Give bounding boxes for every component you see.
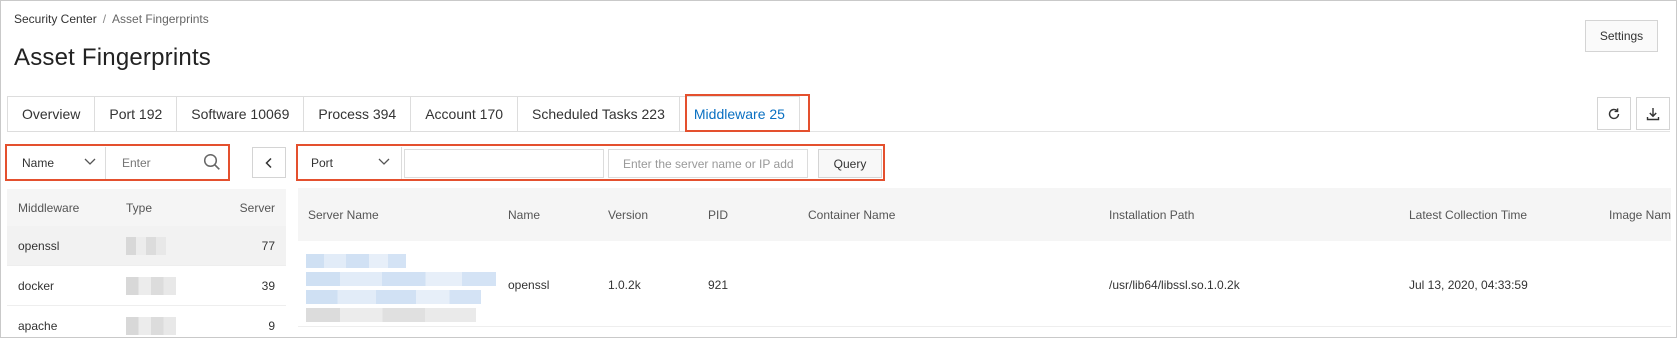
- middleware-table: Middleware Type Server openssl 77 docker…: [7, 189, 286, 338]
- column-header-name: Name: [508, 208, 541, 222]
- query-field-value: Port: [311, 156, 334, 170]
- collapse-panel-button[interactable]: [252, 147, 286, 178]
- cell-name: openssl: [508, 278, 550, 292]
- column-header-container-name: Container Name: [808, 208, 896, 222]
- column-header-middleware: Middleware: [18, 200, 80, 215]
- download-icon: [1646, 107, 1660, 120]
- tab-scheduled-tasks[interactable]: Scheduled Tasks 223: [518, 97, 680, 131]
- query-value-input[interactable]: [404, 149, 604, 178]
- refresh-button[interactable]: [1597, 97, 1631, 130]
- server-count: 9: [268, 318, 275, 333]
- chevron-down-icon: [84, 158, 96, 165]
- column-header-version: Version: [608, 208, 649, 222]
- column-header-server: Server: [239, 200, 275, 215]
- tab-port[interactable]: Port 192: [95, 97, 178, 131]
- breadcrumb-separator: /: [102, 12, 107, 26]
- column-header-server-name: Server Name: [308, 208, 379, 222]
- breadcrumb-root[interactable]: Security Center: [14, 12, 97, 26]
- middleware-row[interactable]: docker 39: [7, 266, 286, 306]
- query-field-select[interactable]: Port: [299, 147, 402, 179]
- download-button[interactable]: [1636, 97, 1670, 130]
- table-row[interactable]: openssl 1.0.2k 921 /usr/lib64/libssl.so.…: [298, 241, 1671, 327]
- tab-process[interactable]: Process 394: [304, 97, 412, 131]
- chevron-down-icon: [378, 158, 390, 165]
- cell-latest-collection-time: Jul 13, 2020, 04:33:59: [1409, 278, 1528, 292]
- column-header-image-name: Image Nam: [1609, 208, 1672, 222]
- cell-version: 1.0.2k: [608, 278, 641, 292]
- middleware-search-input[interactable]: [110, 147, 200, 179]
- middleware-row[interactable]: apache 9: [7, 306, 286, 338]
- cell-installation-path: /usr/lib64/libssl.so.1.0.2k: [1109, 278, 1240, 292]
- middleware-row[interactable]: openssl 77: [7, 226, 286, 266]
- refresh-icon: [1608, 107, 1620, 119]
- query-button[interactable]: Query: [818, 149, 882, 178]
- redacted-type: [126, 236, 166, 255]
- server-count: 77: [261, 238, 275, 253]
- tab-software[interactable]: Software 10069: [177, 97, 305, 131]
- tab-account[interactable]: Account 170: [411, 97, 519, 131]
- breadcrumb-current: Asset Fingerprints: [112, 12, 209, 26]
- middleware-filter-value: Name: [22, 156, 55, 170]
- breadcrumb: Security Center / Asset Fingerprints: [14, 12, 209, 26]
- redacted-server-name: [306, 254, 496, 326]
- middleware-filter-select[interactable]: Name: [10, 147, 106, 179]
- middleware-name: apache: [18, 318, 58, 333]
- middleware-name: openssl: [18, 238, 60, 253]
- cell-pid: 921: [708, 278, 729, 292]
- column-header-type: Type: [126, 200, 153, 215]
- middleware-table-header: Middleware Type Server: [7, 189, 286, 226]
- server-count: 39: [261, 278, 275, 293]
- page-title: Asset Fingerprints: [14, 44, 212, 71]
- column-header-installation-path: Installation Path: [1109, 208, 1195, 222]
- server-table-header: Server Name Name Version PID Container N…: [298, 188, 1671, 241]
- column-header-pid: PID: [708, 208, 729, 222]
- settings-button[interactable]: Settings: [1585, 20, 1658, 52]
- column-header-latest-collection-time: Latest Collection Time: [1409, 208, 1528, 222]
- redacted-type: [126, 276, 176, 295]
- tab-bar: Overview Port 192 Software 10069 Process…: [7, 96, 800, 132]
- server-name-ip-input[interactable]: Enter the server name or IP add: [608, 149, 808, 178]
- tab-middleware[interactable]: Middleware 25: [679, 97, 799, 131]
- chevron-left-icon: [265, 157, 272, 168]
- middleware-name: docker: [18, 278, 55, 293]
- tab-overview[interactable]: Overview: [8, 97, 96, 131]
- search-icon[interactable]: [203, 153, 221, 171]
- redacted-type: [126, 316, 176, 335]
